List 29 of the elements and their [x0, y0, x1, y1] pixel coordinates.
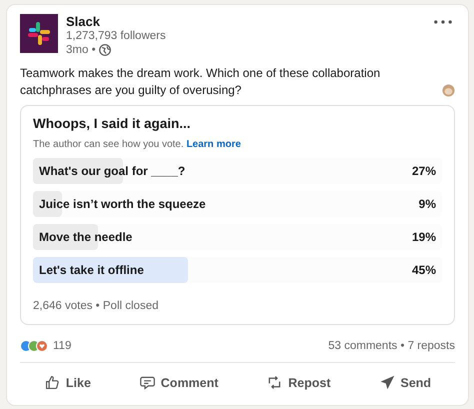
- option-label: Move the needle: [39, 230, 132, 244]
- author-name[interactable]: Slack: [66, 14, 426, 29]
- option-label: Juice isn’t worth the squeeze: [39, 197, 206, 211]
- reaction-count[interactable]: 119: [53, 339, 72, 353]
- like-button[interactable]: Like: [36, 368, 99, 397]
- option-percent: 45%: [412, 263, 436, 277]
- poll-summary: 2,646 votes • Poll closed: [33, 300, 160, 312]
- learn-more-link[interactable]: Learn more: [186, 139, 241, 150]
- option-label: What's our goal for ____?: [39, 164, 186, 178]
- more-options-icon[interactable]: [434, 20, 452, 24]
- poll-title: Whoops, I said it again...: [33, 116, 192, 131]
- option-percent: 27%: [412, 164, 436, 178]
- comment-button[interactable]: Comment: [130, 368, 226, 397]
- speech-bubble-icon: [138, 374, 156, 391]
- repost-button[interactable]: Repost: [258, 368, 339, 397]
- option-percent: 19%: [412, 230, 436, 244]
- option-percent: 9%: [418, 197, 436, 211]
- post-time: 3mo •: [66, 43, 96, 57]
- globe-icon: [98, 44, 111, 56]
- post-text: Teamwork makes the dream work. Which one of these collaboration catchphrases are you guilty of overusing?: [20, 65, 382, 99]
- send-button[interactable]: Send: [370, 368, 440, 397]
- comments-reposts-count[interactable]: 53 comments • 7 reposts: [328, 339, 455, 353]
- poll-notice: The author can see how you vote.: [33, 139, 184, 150]
- follower-count: 1,273,793 followers: [66, 29, 167, 43]
- reactions-icon: [20, 340, 50, 352]
- paper-plane-icon: [378, 374, 396, 391]
- logo-icon: [20, 14, 58, 53]
- option-label: Let's take it offline: [39, 263, 144, 277]
- thumbs-up-icon: [44, 374, 61, 391]
